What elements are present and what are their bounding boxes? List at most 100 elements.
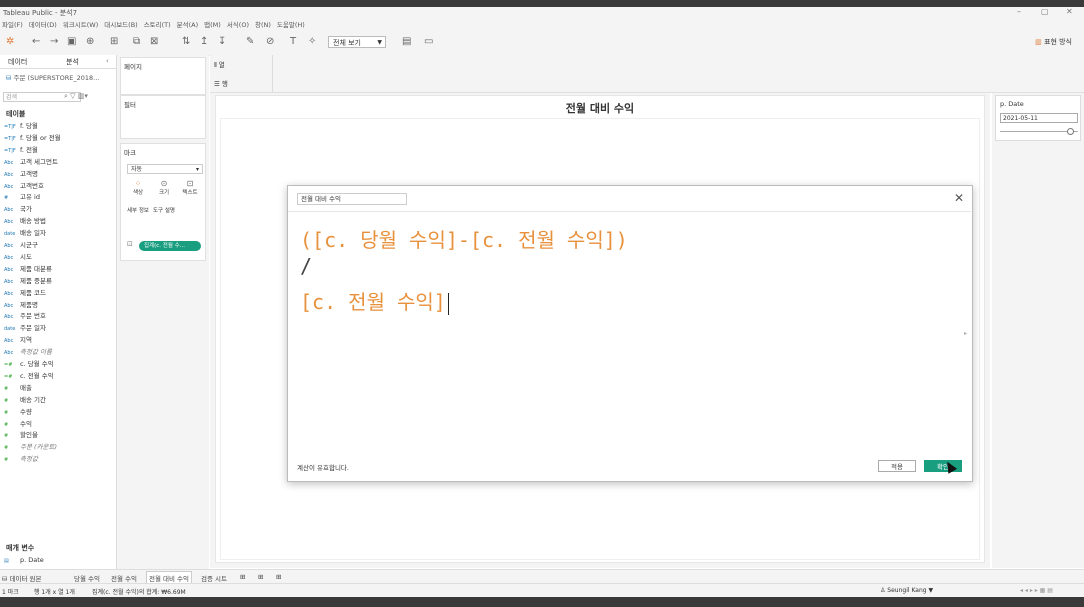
tooltip-button[interactable]: 도구 설명 xyxy=(153,206,175,228)
expand-arrow-icon[interactable]: ▸ xyxy=(964,330,967,337)
param-field[interactable]: ▤ p. Date xyxy=(4,555,44,566)
collapse-pane-icon[interactable]: ‹ xyxy=(106,57,109,65)
menu-window[interactable]: 창(N) xyxy=(255,19,271,31)
menu-file[interactable]: 파일(F) xyxy=(2,19,23,31)
sort-asc-icon[interactable]: ↥ xyxy=(200,36,208,47)
tab-current-month[interactable]: 당월 수익 xyxy=(74,573,100,583)
detail-button[interactable]: 세부 정보 xyxy=(127,206,149,228)
tab-validation[interactable]: 검증 시트 xyxy=(201,573,227,583)
field-type-icon: # xyxy=(4,457,9,464)
field-item[interactable]: date 배송 일자 xyxy=(4,228,46,239)
card-toggle-icon[interactable]: ▤ xyxy=(402,36,411,47)
menu-data[interactable]: 데이터(D) xyxy=(29,19,57,31)
parameter-slider-handle[interactable] xyxy=(1067,128,1074,135)
field-type-icon: date xyxy=(4,231,16,238)
field-item[interactable]: =T|F f. 당월 or 전월 xyxy=(4,133,61,144)
tableau-logo-icon[interactable]: ✲ xyxy=(6,36,14,47)
measure-pill[interactable]: 집계(c. 전월 수... xyxy=(139,241,201,251)
maximize-icon[interactable]: ▢ xyxy=(1041,7,1049,16)
tab-data[interactable]: 데이터 xyxy=(8,57,27,67)
minimize-icon[interactable]: – xyxy=(1017,7,1021,16)
user-menu[interactable]: ♙ Seungil Kang ▼ xyxy=(880,587,933,594)
clear-sheet-icon[interactable]: ⊠ xyxy=(150,36,158,47)
new-worksheet-icon[interactable]: ⊞ xyxy=(240,573,245,581)
undo-icon[interactable]: ← xyxy=(32,36,40,47)
new-story-icon[interactable]: ⊞ xyxy=(276,573,281,581)
parameter-value-input[interactable]: 2021-05-11 xyxy=(1000,113,1078,123)
calc-name-input[interactable]: 전월 대비 수익 xyxy=(297,193,407,205)
field-item[interactable]: Abc 고객 세그먼트 xyxy=(4,157,58,168)
field-item[interactable]: Abc 제품명 xyxy=(4,300,38,311)
field-item[interactable]: # 수량 xyxy=(4,407,32,418)
duplicate-sheet-icon[interactable]: ⧉ xyxy=(133,36,140,47)
add-datasource-icon[interactable]: ⊕ xyxy=(86,36,94,47)
field-item[interactable]: # 매출 xyxy=(4,383,32,394)
tab-analysis[interactable]: 분석 xyxy=(66,57,79,67)
field-item[interactable]: Abc 측정값 이름 xyxy=(4,347,52,358)
menu-analysis[interactable]: 분석(A) xyxy=(177,19,198,31)
field-item[interactable]: =T|F f. 전월 xyxy=(4,145,38,156)
redo-icon[interactable]: → xyxy=(50,36,58,47)
tab-datasource[interactable]: ⛁ 데이터 원본 xyxy=(2,573,41,583)
group-icon[interactable]: ⊘ xyxy=(266,36,274,47)
menu-story[interactable]: 스토리(T) xyxy=(144,19,171,31)
text-button[interactable]: ⊡ 텍스트 xyxy=(179,179,201,201)
field-item[interactable]: Abc 시도 xyxy=(4,252,32,263)
menu-map[interactable]: 맵(M) xyxy=(204,19,221,31)
field-item[interactable]: Abc 제품 코드 xyxy=(4,288,46,299)
new-sheet-icon[interactable]: ⊞ xyxy=(110,36,118,47)
field-item[interactable]: Abc 고객명 xyxy=(4,169,38,180)
search-filter-icons[interactable]: ⌕ ▽ ▥▾ xyxy=(64,92,88,101)
close-icon[interactable]: ✕ xyxy=(954,191,964,205)
menu-bar: 파일(F) 데이터(D) 워크시트(W) 대시보드(B) 스토리(T) 분석(A… xyxy=(0,19,1084,31)
color-button[interactable]: ⁘ 색상 xyxy=(127,179,149,201)
show-me-button[interactable]: ▥ 표현 방식 xyxy=(1035,37,1072,47)
datasource-name: 주문 (SUPERSTORE_2018... xyxy=(13,74,100,82)
field-item[interactable]: # 배송 기간 xyxy=(4,395,46,406)
mark-type-select[interactable]: 자동 ▾ xyxy=(127,164,203,174)
field-item[interactable]: Abc 국가 xyxy=(4,204,32,215)
pin-icon[interactable]: ✧ xyxy=(308,36,316,47)
field-item[interactable]: # 측정값 xyxy=(4,454,38,465)
rows-shelf[interactable]: ☰ 행 xyxy=(210,74,1084,93)
field-item[interactable]: # 고유 id xyxy=(4,192,40,203)
pages-shelf[interactable]: 페이지 xyxy=(120,57,206,95)
menu-worksheet[interactable]: 워크시트(W) xyxy=(63,19,98,31)
highlight-icon[interactable]: ✎ xyxy=(246,36,254,47)
menu-help[interactable]: 도움말(H) xyxy=(277,19,305,31)
datasource-item[interactable]: ⛁ 주문 (SUPERSTORE_2018... xyxy=(6,72,99,82)
field-item[interactable]: =# c. 당월 수익 xyxy=(4,359,54,370)
filters-shelf[interactable]: 필터 xyxy=(120,95,206,139)
label-icon[interactable]: T xyxy=(290,36,296,47)
new-dashboard-icon[interactable]: ⊞ xyxy=(258,573,263,581)
menu-dashboard[interactable]: 대시보드(B) xyxy=(104,19,137,31)
field-item[interactable]: Abc 제품 대분류 xyxy=(4,264,52,275)
field-item[interactable]: # 수익 xyxy=(4,419,32,430)
size-button[interactable]: ⊙ 크기 xyxy=(153,179,175,201)
presentation-icon[interactable]: ▭ xyxy=(424,36,433,47)
field-item[interactable]: Abc 지역 xyxy=(4,335,32,346)
field-item[interactable]: Abc 배송 방법 xyxy=(4,216,46,227)
tab-previous-month[interactable]: 전월 수익 xyxy=(111,573,137,583)
columns-shelf[interactable]: ⫴ 열 xyxy=(210,55,1084,75)
field-item[interactable]: # 주문 (카운트) xyxy=(4,442,57,453)
fit-view-select[interactable]: 전체 보기 ▼ xyxy=(328,36,386,48)
field-item[interactable]: # 할인율 xyxy=(4,430,38,441)
field-item[interactable]: =T|F f. 당월 xyxy=(4,121,38,132)
menu-format[interactable]: 서식(O) xyxy=(227,19,249,31)
field-item[interactable]: Abc 시군구 xyxy=(4,240,38,251)
sheet-nav-icons[interactable]: ◂ ◂ ▸ ▸ ▦ ▤ xyxy=(1020,587,1053,594)
formula-editor[interactable]: ([c. 당월 수익]-[c. 전월 수익]) / [c. 전월 수익] ▸ xyxy=(288,211,971,449)
field-item[interactable]: =# c. 전월 수익 xyxy=(4,371,54,382)
field-item[interactable]: Abc 고객번호 xyxy=(4,181,44,192)
field-item[interactable]: Abc 제품 중분류 xyxy=(4,276,52,287)
save-icon[interactable]: ▣ xyxy=(67,36,76,47)
close-window-icon[interactable]: ✕ xyxy=(1066,7,1073,16)
swap-icon[interactable]: ⇅ xyxy=(182,36,190,47)
sort-desc-icon[interactable]: ↧ xyxy=(218,36,226,47)
apply-button[interactable]: 적용 xyxy=(878,460,916,472)
user-name: Seungil Kang xyxy=(887,587,927,594)
field-item[interactable]: Abc 주문 번호 xyxy=(4,311,46,322)
field-item[interactable]: date 주문 일자 xyxy=(4,323,46,334)
field-type-icon: date xyxy=(4,326,16,333)
